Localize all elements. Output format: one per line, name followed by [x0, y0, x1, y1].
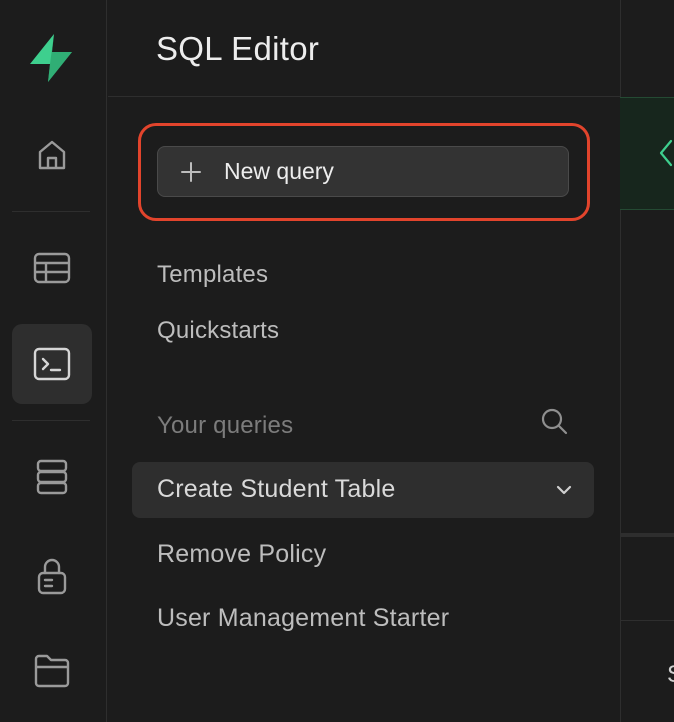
- auth-lock-icon[interactable]: [12, 537, 92, 617]
- templates-link[interactable]: Templates: [157, 261, 268, 289]
- database-icon[interactable]: [12, 437, 92, 517]
- your-queries-label: Your queries: [157, 412, 294, 439]
- plus-icon: [180, 161, 202, 183]
- search-icon[interactable]: [540, 407, 568, 435]
- new-query-button[interactable]: New query: [157, 146, 569, 197]
- query-label: Create Student Table: [157, 475, 396, 503]
- query-item-selected[interactable]: Create Student Table: [132, 462, 594, 518]
- new-query-label: New query: [224, 158, 334, 184]
- rail-divider: [12, 420, 90, 421]
- chevron-down-icon[interactable]: [554, 480, 574, 500]
- storage-folder-icon[interactable]: [12, 630, 92, 710]
- icon-sidebar: [0, 0, 107, 722]
- rail-divider: [12, 211, 90, 212]
- editor-divider: [620, 620, 674, 621]
- panel-header: SQL Editor: [108, 0, 620, 97]
- table-editor-icon[interactable]: [12, 228, 92, 308]
- editor-partial-text: S: [667, 661, 674, 689]
- sql-editor-icon[interactable]: [12, 324, 92, 404]
- query-item[interactable]: User Management Starter: [157, 604, 449, 633]
- page-title: SQL Editor: [156, 30, 320, 67]
- quickstarts-link[interactable]: Quickstarts: [157, 317, 279, 345]
- editor-divider: [620, 533, 674, 537]
- chevron-left-icon: [657, 139, 674, 167]
- query-item[interactable]: Remove Policy: [157, 540, 326, 569]
- supabase-logo[interactable]: [26, 32, 78, 84]
- home-icon[interactable]: [12, 115, 92, 195]
